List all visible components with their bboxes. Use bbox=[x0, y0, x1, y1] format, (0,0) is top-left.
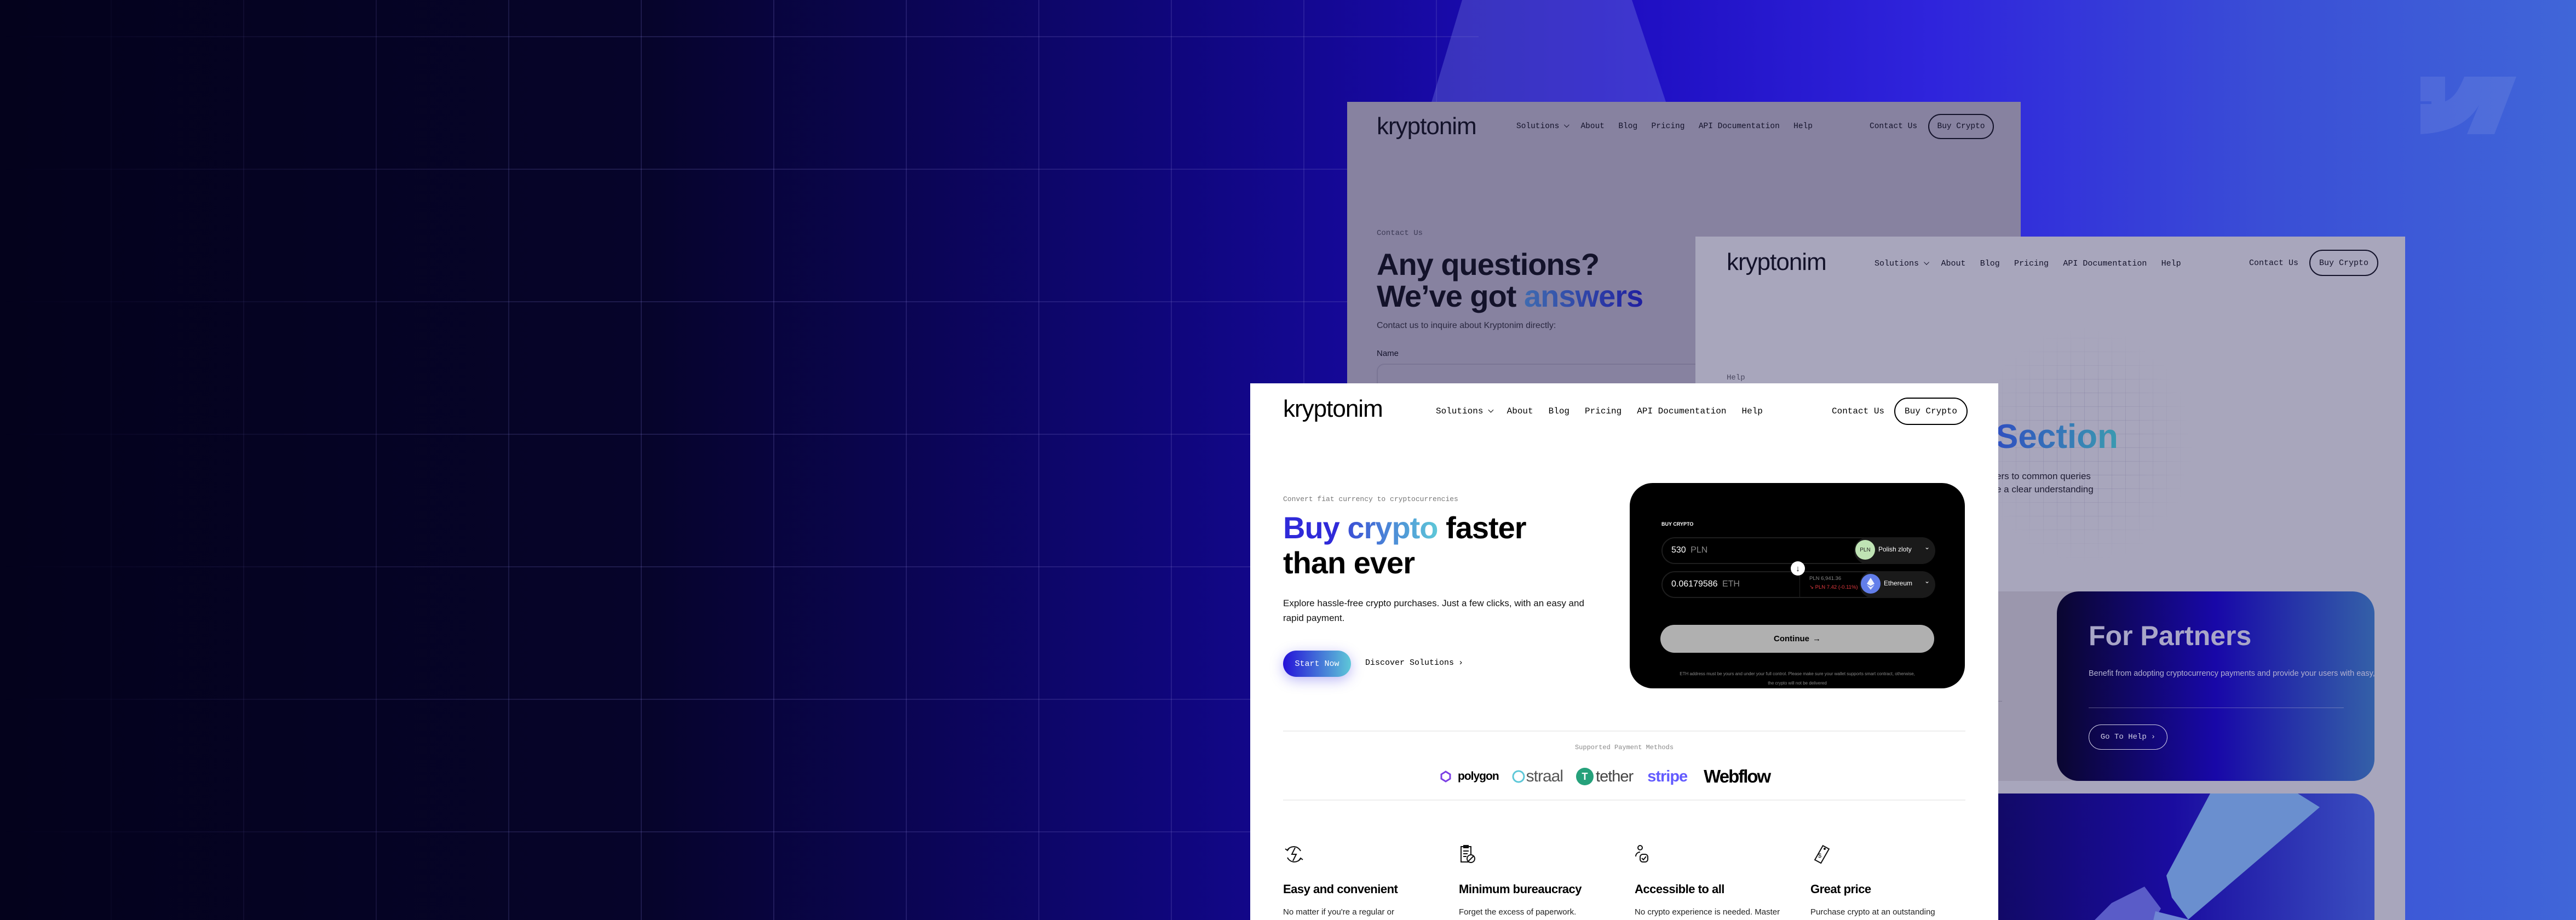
contact-title-accent: answers bbox=[1524, 279, 1643, 313]
hero-description: Explore hassle-free crypto purchases. Ju… bbox=[1283, 598, 1584, 623]
from-currency-select[interactable]: PLN Polish zloty ⌄ bbox=[1854, 537, 1935, 564]
webflow-watermark-icon bbox=[2420, 77, 2516, 134]
payment-logos: polygon straal Ttether stripe Webflow bbox=[1439, 766, 1771, 787]
nav-solutions[interactable]: Solutions bbox=[1875, 259, 1929, 268]
contact-title-line2: We’ve got answers bbox=[1377, 279, 1643, 313]
chevron-down-icon: ⌄ bbox=[1924, 577, 1930, 585]
nav-about[interactable]: About bbox=[1580, 122, 1605, 131]
partners-title: For Partners bbox=[2089, 620, 2252, 651]
nav-about[interactable]: About bbox=[1941, 259, 1966, 268]
nav-pricing[interactable]: Pricing bbox=[1585, 406, 1622, 416]
buy-crypto-button[interactable]: Buy Crypto bbox=[1894, 398, 1968, 425]
swap-arrow-down-icon[interactable]: ↓ bbox=[1791, 561, 1805, 576]
nav-solutions[interactable]: Solutions bbox=[1516, 122, 1569, 131]
chevron-down-icon bbox=[1923, 259, 1929, 265]
straal-logo: straal bbox=[1512, 767, 1563, 786]
discover-solutions-link[interactable]: Discover Solutions › bbox=[1365, 658, 1463, 668]
widget-note: ETH address must be yours and under your… bbox=[1680, 671, 1915, 686]
arrow-right-icon: → bbox=[1813, 634, 1821, 643]
go-to-help-button[interactable]: Go To Help › bbox=[2089, 725, 2167, 750]
divider bbox=[1283, 731, 1965, 732]
hero-eyebrow: Convert fiat currency to cryptocurrencie… bbox=[1283, 495, 1458, 503]
nav-pricing[interactable]: Pricing bbox=[2014, 259, 2049, 268]
start-now-button[interactable]: Start Now bbox=[1283, 651, 1351, 677]
divider bbox=[1283, 800, 1965, 801]
help-eyebrow: Help bbox=[1727, 373, 1745, 382]
help-desc-line1: ers to common queries bbox=[1996, 471, 2091, 481]
nav-blog[interactable]: Blog bbox=[1618, 122, 1637, 131]
hero-title-accent: crypto bbox=[1347, 510, 1438, 545]
nav-blog[interactable]: Blog bbox=[1549, 406, 1569, 416]
nav-api-documentation[interactable]: API Documentation bbox=[1699, 122, 1780, 131]
brand-logo[interactable]: kryptonim bbox=[1727, 249, 1827, 276]
name-label: Name bbox=[1377, 349, 1399, 358]
contact-us-link[interactable]: Contact Us bbox=[2249, 258, 2298, 268]
brand-logo[interactable]: kryptonim bbox=[1377, 113, 1477, 140]
chevron-down-icon: ⌄ bbox=[1924, 543, 1930, 551]
buy-crypto-button[interactable]: Buy Crypto bbox=[2309, 250, 2379, 276]
contact-eyebrow: Contact Us bbox=[1377, 229, 1423, 238]
help-title-accent: Section bbox=[1996, 418, 2118, 456]
straal-icon bbox=[1512, 770, 1525, 783]
nav-blog[interactable]: Blog bbox=[1980, 259, 2000, 268]
clipboard-no-icon bbox=[1461, 845, 1475, 863]
widget-label: BUY CRYPTO bbox=[1661, 521, 1694, 527]
feature-item: Easy and convenient No matter if you're … bbox=[1283, 844, 1398, 917]
nav-about[interactable]: About bbox=[1507, 406, 1533, 416]
partners-description: Benefit from adopting cryptocurrency pay… bbox=[2089, 669, 2374, 678]
main-nav: Solutions About Blog Pricing API Documen… bbox=[1436, 405, 1778, 417]
continue-button[interactable]: Continue → bbox=[1660, 625, 1934, 653]
chevron-down-icon bbox=[1563, 122, 1569, 128]
nav-solutions[interactable]: Solutions bbox=[1436, 406, 1494, 416]
chevron-down-icon bbox=[1488, 407, 1494, 413]
payments-title: Supported Payment Methods bbox=[1574, 744, 1674, 751]
price-tag-icon: $ bbox=[1814, 844, 1830, 864]
svg-text:$: $ bbox=[1818, 853, 1821, 859]
rate-change: ↘ PLN 7.42 (-0.11%) bbox=[1809, 584, 1858, 590]
polygon-logo: polygon bbox=[1439, 770, 1499, 783]
feature-item: $ Great price Purchase crypto at an outs… bbox=[1810, 844, 1935, 917]
nav-pricing[interactable]: Pricing bbox=[1652, 122, 1685, 131]
brand-logo[interactable]: kryptonim bbox=[1283, 395, 1383, 423]
chevron-right-icon: › bbox=[1458, 658, 1464, 668]
contact-description: Contact us to inquire about Kryptonim di… bbox=[1377, 321, 1556, 330]
contact-us-link[interactable]: Contact Us bbox=[1832, 406, 1884, 416]
to-currency-select[interactable]: Ethereum ⌄ bbox=[1860, 571, 1935, 598]
person-check-icon bbox=[1635, 845, 1648, 863]
nav-help[interactable]: Help bbox=[1741, 406, 1762, 416]
nav-help[interactable]: Help bbox=[2161, 259, 2181, 268]
ethereum-icon bbox=[1861, 574, 1881, 594]
help-desc-line2: e a clear understanding bbox=[1996, 484, 2094, 495]
feature-item: Accessible to all No crypto experience i… bbox=[1635, 844, 1780, 917]
nav-api-documentation[interactable]: API Documentation bbox=[2063, 259, 2147, 268]
from-amount-input[interactable]: 530 PLN PLN Polish zloty ⌄ bbox=[1661, 537, 1935, 564]
tether-logo: Ttether bbox=[1576, 768, 1634, 786]
for-partners-card: For Partners Benefit from adopting crypt… bbox=[2057, 591, 2374, 781]
pln-badge-icon: PLN bbox=[1855, 540, 1875, 560]
hero-title: Buy crypto faster than ever bbox=[1283, 510, 1527, 580]
exchange-rate: PLN 6,941.36 bbox=[1809, 576, 1842, 582]
tether-icon: T bbox=[1576, 768, 1594, 785]
nav-help[interactable]: Help bbox=[1793, 122, 1813, 131]
buy-crypto-button[interactable]: Buy Crypto bbox=[1928, 114, 1994, 139]
stripe-logo: stripe bbox=[1647, 767, 1688, 785]
buy-crypto-widget: BUY CRYPTO 530 PLN PLN Polish zloty ⌄ 0.… bbox=[1630, 483, 1965, 688]
webflow-logo: Webflow bbox=[1704, 766, 1771, 786]
contact-us-link[interactable]: Contact Us bbox=[1870, 122, 1917, 131]
home-page-preview: kryptonim Solutions About Blog Pricing A… bbox=[1250, 383, 1998, 920]
lightning-refresh-icon bbox=[1285, 846, 1303, 863]
nav-api-documentation[interactable]: API Documentation bbox=[1637, 406, 1726, 416]
contact-title-line1: Any questions? bbox=[1377, 247, 1600, 281]
polygon-icon bbox=[1440, 771, 1451, 783]
main-nav: Solutions About Blog Pricing API Documen… bbox=[1875, 257, 2195, 269]
feature-item: Minimum bureaucracy Forget the excess of… bbox=[1459, 844, 1582, 917]
main-nav: Solutions About Blog Pricing API Documen… bbox=[1516, 120, 1826, 133]
